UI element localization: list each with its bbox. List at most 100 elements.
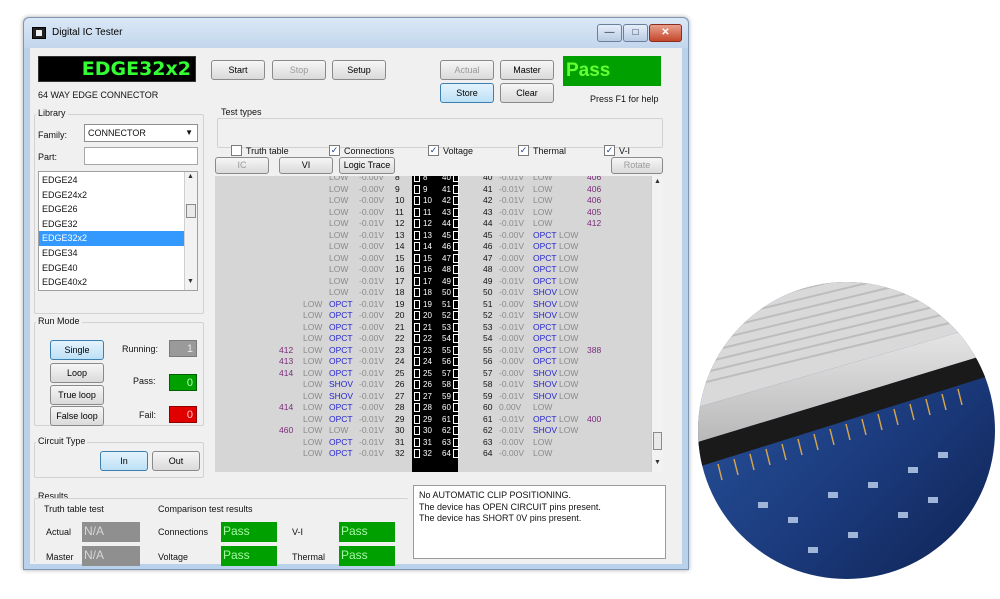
scroll-up-icon[interactable]: ▲ <box>654 178 661 185</box>
part-list-item[interactable]: EDGE32 <box>39 217 185 232</box>
part-list[interactable]: EDGE24 EDGE24x2 EDGE26 EDGE32 EDGE32x2 EDGE34… <box>38 171 198 291</box>
client-area: EDGE32x2 64 WAY EDGE CONNECTOR Start Sto… <box>30 48 682 566</box>
chip-pin-number: 29 <box>423 414 432 424</box>
chip-pin-number: 56 <box>442 357 451 366</box>
part-input[interactable] <box>84 147 198 165</box>
part-list-item[interactable]: EDGE40 <box>39 261 185 276</box>
pin-pad <box>453 414 459 424</box>
title-bar[interactable]: Digital IC Tester — □ ✕ <box>24 18 688 48</box>
checkmark-icon[interactable]: ✓ <box>604 145 615 157</box>
tab-vi[interactable]: VI <box>279 157 333 174</box>
clear-button[interactable]: Clear <box>500 83 554 103</box>
test-type-checkbox[interactable]: ✓ Connections <box>329 145 394 157</box>
left-voltage: -0.00V <box>359 183 385 194</box>
setup-button[interactable]: Setup <box>332 60 386 80</box>
store-button[interactable]: Store <box>440 83 494 103</box>
right-status: LOW <box>533 195 553 205</box>
device-description: 64 WAY EDGE CONNECTOR <box>38 90 159 100</box>
stop-button[interactable]: Stop <box>272 60 326 80</box>
part-list-item[interactable]: EDGE32x2 <box>39 231 185 246</box>
close-button[interactable]: ✕ <box>649 24 682 42</box>
right-status: OPCT <box>533 264 557 274</box>
right-pin-number: 56 <box>483 356 493 366</box>
checkbox-icon[interactable] <box>231 145 242 157</box>
device-display: EDGE32x2 <box>38 56 196 82</box>
true-loop-button[interactable]: True loop <box>50 385 104 405</box>
right-state: LOW <box>559 344 579 355</box>
in-button[interactable]: In <box>100 451 148 471</box>
test-type-checkbox[interactable]: ✓ Voltage <box>428 145 473 157</box>
checkmark-icon[interactable]: ✓ <box>329 145 340 157</box>
left-voltage: -0.01V <box>359 425 385 435</box>
rotate-button[interactable]: Rotate <box>611 157 663 174</box>
pin-pad <box>453 380 459 389</box>
tab-ic[interactable]: IC <box>215 157 269 174</box>
left-pin-number: 9 <box>395 183 400 194</box>
left-status: LOW <box>329 252 349 263</box>
master-button[interactable]: Master <box>500 60 554 80</box>
pin-row: LOW -0.00V 8 40 -0.01V LOW 406 8 40 <box>215 176 651 184</box>
left-status: LOW <box>329 241 349 251</box>
part-list-item[interactable]: EDGE24x2 <box>39 188 185 203</box>
pin-row: LOW OPCT -0.01V 19 51 -0.00V SHOV LOW 19 51 <box>215 299 651 311</box>
checkmark-icon[interactable]: ✓ <box>518 145 529 157</box>
part-list-item[interactable]: EDGE34 <box>39 246 185 261</box>
part-list-item[interactable]: EDGE24 <box>39 173 185 188</box>
out-button[interactable]: Out <box>152 451 200 471</box>
scroll-down-icon[interactable]: ▼ <box>187 278 194 285</box>
left-status: LOW <box>329 195 349 205</box>
part-list-item[interactable]: EDGE40x2 <box>39 275 185 290</box>
test-type-checkbox[interactable]: ✓ Thermal <box>518 145 566 157</box>
scroll-down-icon[interactable]: ▼ <box>654 459 661 466</box>
tab-logic-trace[interactable]: Logic Trace <box>339 157 395 174</box>
pass-label: Pass: <box>133 376 156 386</box>
comparison-results-label: Comparison test results <box>158 504 253 514</box>
minimize-button[interactable]: — <box>597 24 622 42</box>
family-select[interactable]: CONNECTOR ▼ <box>84 124 198 142</box>
start-button[interactable]: Start <box>211 60 265 80</box>
left-pin-number: 27 <box>395 390 405 401</box>
part-list-scrollbar[interactable]: ▲ ▼ <box>184 172 197 290</box>
checkmark-icon[interactable]: ✓ <box>428 145 439 157</box>
message-line: The device has SHORT 0V pins present. <box>419 513 582 523</box>
right-pin-number: 48 <box>483 264 493 274</box>
chip-pin-number: 41 <box>442 184 451 194</box>
right-reading: 405 <box>587 206 602 217</box>
right-pin-number: 42 <box>483 195 493 205</box>
left-pin-number: 25 <box>395 367 405 378</box>
right-pin-number: 63 <box>483 436 493 447</box>
scroll-up-icon[interactable]: ▲ <box>187 173 194 180</box>
test-type-checkbox[interactable]: Truth table <box>231 145 289 157</box>
right-state: LOW <box>559 252 579 263</box>
pin-row: LOW -0.01V 13 45 -0.00V OPCT LOW 13 45 <box>215 230 651 242</box>
chip-pin-number: 20 <box>423 311 432 320</box>
left-voltage: -0.01V <box>359 344 385 355</box>
scroll-thumb[interactable] <box>653 432 662 450</box>
scroll-thumb[interactable] <box>186 204 196 218</box>
left-state: LOW <box>303 333 323 343</box>
part-list-item[interactable]: EDGE26 <box>39 202 185 217</box>
left-status: OPCT <box>329 298 353 309</box>
pin-view-scrollbar[interactable]: ▲ ▼ <box>651 176 663 472</box>
right-pin-number: 55 <box>483 344 493 355</box>
left-pin-number: 29 <box>395 413 405 424</box>
right-status: OPCT <box>533 356 557 366</box>
test-type-checkbox[interactable]: ✓ V-I <box>604 145 630 157</box>
pin-row: LOW -0.00V 10 42 -0.01V LOW 406 10 42 <box>215 195 651 207</box>
left-voltage: -0.00V <box>359 310 385 320</box>
chip-pin-number: 19 <box>423 299 432 309</box>
left-status: OPCT <box>329 413 353 424</box>
right-reading: 406 <box>587 195 602 205</box>
right-status: SHOV <box>533 367 558 378</box>
left-status: SHOV <box>329 379 354 389</box>
false-loop-button[interactable]: False loop <box>50 406 104 426</box>
single-button[interactable]: Single <box>50 340 104 360</box>
connections-result: Pass <box>221 522 277 542</box>
left-pin-number: 21 <box>395 321 405 332</box>
loop-button[interactable]: Loop <box>50 363 104 383</box>
maximize-button[interactable]: □ <box>623 24 648 42</box>
right-voltage: -0.00V <box>499 229 525 240</box>
pin-row: LOW -0.01V 12 44 -0.01V LOW 412 12 44 <box>215 218 651 230</box>
pass-count: 0 <box>169 374 197 391</box>
actual-button[interactable]: Actual <box>440 60 494 80</box>
